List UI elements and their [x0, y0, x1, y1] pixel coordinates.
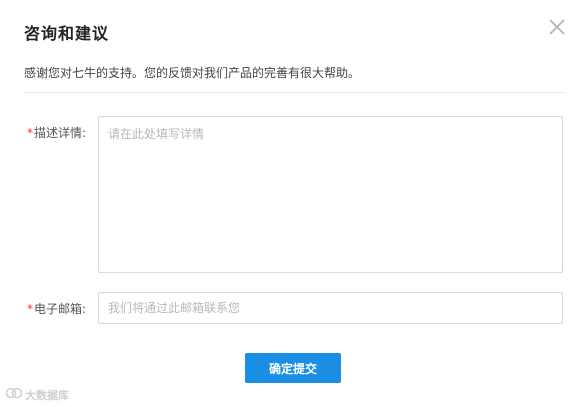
- dialog-title: 咨询和建议: [24, 24, 110, 43]
- divider: [24, 92, 565, 93]
- close-icon[interactable]: [546, 16, 568, 38]
- submit-button[interactable]: 确定提交: [245, 353, 341, 383]
- email-label: *电子邮箱:: [0, 300, 86, 317]
- watermark-text: 大数据库: [25, 388, 69, 402]
- feedback-dialog: 咨询和建议 感谢您对七牛的支持。您的反馈对我们产品的完善有很大帮助。 *描述详情…: [0, 0, 585, 407]
- dialog-subtitle: 感谢您对七牛的支持。您的反馈对我们产品的完善有很大帮助。: [24, 66, 361, 80]
- watermark-logo-icon: [5, 385, 23, 404]
- email-label-text: 电子邮箱:: [33, 302, 86, 316]
- description-textarea[interactable]: [98, 116, 563, 273]
- watermark: 大数据库: [5, 385, 69, 404]
- required-mark: *: [26, 302, 33, 316]
- description-label: *描述详情:: [0, 124, 86, 141]
- required-mark: *: [26, 126, 33, 140]
- description-label-text: 描述详情:: [33, 126, 86, 140]
- email-field[interactable]: [98, 292, 563, 324]
